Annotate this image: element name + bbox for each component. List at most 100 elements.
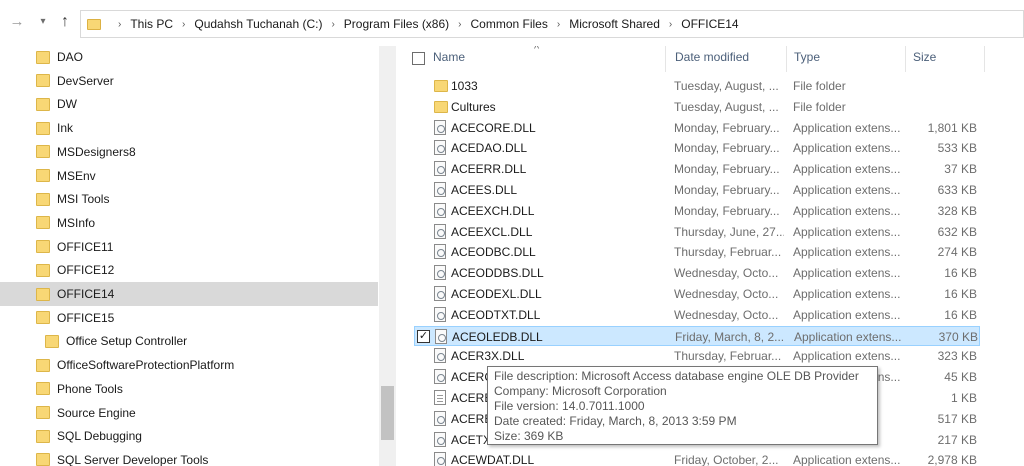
tooltip-size: Size: 369 KB: [494, 429, 564, 443]
folder-icon: [36, 382, 50, 396]
breadcrumb-drive-c[interactable]: Qudahsh Tuchanah (C:): [194, 17, 322, 31]
file-row[interactable]: ACECORE.DLL Monday, February... Applicatio…: [414, 118, 980, 138]
select-all-checkbox[interactable]: [412, 52, 425, 65]
file-type: Application extens...: [793, 141, 901, 156]
up-arrow-icon[interactable]: ↑: [56, 12, 74, 32]
file-row[interactable]: ACER3X.DLL Thursday, Februar... Applicatio…: [414, 346, 980, 366]
nav-item-officesoftwareprotectionplatform[interactable]: OfficeSoftwareProtectionPlatform: [0, 353, 378, 377]
file-row[interactable]: ACEODBC.DLL Thursday, Februar... Applicati…: [414, 242, 980, 262]
nav-item-phone-tools[interactable]: Phone Tools: [0, 377, 378, 401]
nav-item-dw[interactable]: DW: [0, 92, 378, 116]
file-size: 533 KB: [937, 141, 977, 156]
file-size: 323 KB: [937, 349, 977, 364]
nav-item-msdesigners8[interactable]: MSDesigners8: [0, 140, 378, 164]
file-row[interactable]: ACEEXCL.DLL Thursday, June, 27... Applicat…: [414, 222, 980, 242]
folder-icon: [36, 216, 50, 230]
folder-icon: [36, 121, 50, 135]
forward-arrow-icon[interactable]: →: [8, 12, 26, 32]
file-date-modified: Monday, February...: [674, 120, 780, 135]
navigation-pane: DAO DevServer DW Ink MSDesigners8 MSEnv MSI To…: [0, 46, 396, 466]
nav-item-office12[interactable]: OFFICE12: [0, 258, 378, 282]
file-type: Application extens...: [794, 329, 902, 344]
file-size: 217 KB: [937, 432, 977, 447]
nav-item-office14[interactable]: OFFICE14: [0, 282, 378, 306]
folder-icon: [36, 240, 50, 254]
file-type: Application extens...: [793, 245, 901, 260]
recent-locations-chevron-icon[interactable]: ▾: [34, 12, 52, 32]
file-row[interactable]: Cultures Tuesday, August, ... File folder: [414, 97, 980, 117]
breadcrumb-office14[interactable]: OFFICE14: [681, 17, 738, 31]
nav-item-ink[interactable]: Ink: [0, 116, 378, 140]
file-row[interactable]: ACEWDAT.DLL Friday, October, 2... Applicat…: [414, 450, 980, 466]
breadcrumb-program-files-x86[interactable]: Program Files (x86): [344, 17, 449, 31]
nav-item-msinfo[interactable]: MSInfo: [0, 211, 378, 235]
file-size: 633 KB: [937, 183, 977, 197]
file-size: 1 KB: [950, 391, 977, 405]
nav-item-msenv[interactable]: MSEnv: [0, 164, 378, 188]
file-type: Application extens...: [793, 307, 901, 322]
breadcrumb-microsoft-shared[interactable]: Microsoft Shared: [569, 17, 660, 31]
column-divider[interactable]: [665, 46, 666, 72]
column-header-name[interactable]: Name: [433, 46, 663, 72]
file-row[interactable]: ACEES.DLL Monday, February... Application …: [414, 180, 980, 200]
nav-item-office15[interactable]: OFFICE15: [0, 306, 378, 330]
nav-item-label: OFFICE12: [57, 263, 115, 278]
file-info-tooltip: File description: Microsoft Access datab…: [487, 366, 878, 445]
chevron-right-icon[interactable]: ›: [118, 19, 121, 30]
nav-item-source-engine[interactable]: Source Engine: [0, 401, 378, 425]
file-size: 37 KB: [944, 162, 977, 177]
nav-item-devserver[interactable]: DevServer: [0, 69, 378, 93]
file-date-modified: Wednesday, Octo...: [674, 266, 779, 281]
chevron-right-icon[interactable]: ›: [458, 19, 461, 30]
file-name: ACEODBC.DLL: [451, 245, 536, 260]
dll-file-icon: [434, 431, 446, 447]
file-name: ACEERR.DLL: [451, 162, 527, 177]
folder-icon: [45, 334, 59, 348]
address-box[interactable]: › This PC › Qudahsh Tuchanah (C:) › Prog…: [80, 10, 1024, 38]
nav-item-dao[interactable]: DAO: [0, 46, 378, 69]
column-divider[interactable]: [984, 46, 985, 72]
navigation-scrollbar-thumb[interactable]: [381, 386, 394, 440]
row-checkbox[interactable]: ✓: [417, 329, 430, 343]
file-row[interactable]: ACEERR.DLL Monday, February... Application…: [414, 159, 980, 179]
nav-item-sql-debugging[interactable]: SQL Debugging: [0, 424, 378, 448]
chevron-right-icon[interactable]: ›: [331, 19, 334, 30]
folder-icon: [36, 263, 50, 277]
file-row[interactable]: ✓ ACEOLEDB.DLL Friday, March, 8, 2... Appli…: [414, 325, 980, 346]
chevron-right-icon[interactable]: ›: [557, 19, 560, 30]
file-date-modified: Friday, October, 2...: [674, 453, 779, 466]
file-type: Application extens...: [793, 183, 901, 197]
nav-item-label: Source Engine: [57, 405, 136, 420]
file-type: Application extens...: [793, 266, 901, 281]
column-divider[interactable]: [786, 46, 787, 72]
file-name: ACEODEXL.DLL: [451, 287, 542, 301]
nav-item-label: Ink: [57, 121, 74, 136]
column-divider[interactable]: [905, 46, 906, 72]
folder-icon: [36, 192, 50, 206]
column-header-type[interactable]: Type: [794, 46, 904, 72]
nav-item-msi-tools[interactable]: MSI Tools: [0, 187, 378, 211]
nav-item-office11[interactable]: OFFICE11: [0, 235, 378, 259]
file-size: 632 KB: [937, 224, 977, 239]
file-row[interactable]: ACEDAO.DLL Monday, February... Application…: [414, 138, 980, 158]
file-name: ACEWDAT.DLL: [451, 453, 535, 466]
nav-item-office-setup-controller[interactable]: Office Setup Controller: [0, 329, 378, 353]
file-type: File folder: [793, 99, 846, 114]
file-row[interactable]: ACEEXCH.DLL Monday, February... Applicatio…: [414, 201, 980, 221]
breadcrumb-this-pc[interactable]: This PC: [130, 17, 173, 31]
file-date-modified: Tuesday, August, ...: [674, 79, 779, 93]
nav-item-sql-server-developer-tools[interactable]: SQL Server Developer Tools: [0, 448, 378, 466]
file-row[interactable]: ACEODTXT.DLL Wednesday, Octo... Applicatio…: [414, 305, 980, 325]
column-header-date-modified[interactable]: Date modified: [675, 46, 785, 72]
file-row[interactable]: ACEODEXL.DLL Wednesday, Octo... Applicatio…: [414, 284, 980, 304]
chevron-right-icon[interactable]: ›: [669, 19, 672, 30]
file-row[interactable]: ACEODDBS.DLL Wednesday, Octo... Applicatio…: [414, 263, 980, 283]
column-header-size[interactable]: Size: [913, 46, 983, 72]
file-row[interactable]: 1033 Tuesday, August, ... File folder: [414, 76, 980, 96]
file-type: Application extens...: [793, 162, 901, 177]
folder-icon: [36, 145, 50, 159]
dll-file-icon: [434, 286, 446, 301]
breadcrumb-common-files[interactable]: Common Files: [471, 17, 548, 31]
chevron-right-icon[interactable]: ›: [182, 19, 185, 30]
file-size: 45 KB: [944, 370, 977, 385]
